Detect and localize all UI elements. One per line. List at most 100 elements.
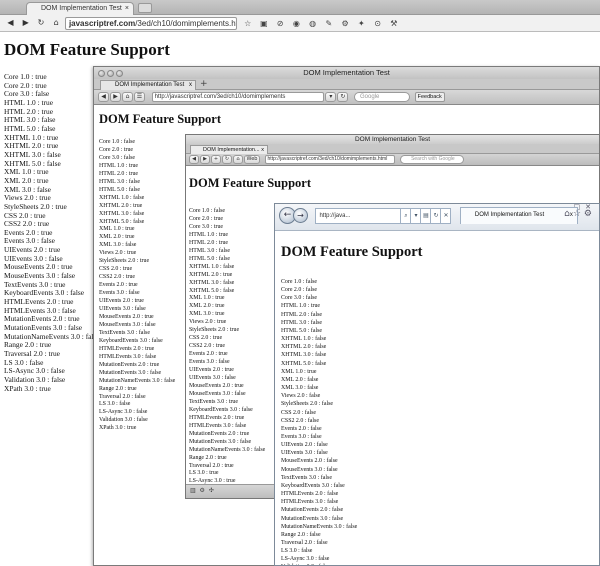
extension-icon[interactable]: ▣	[258, 18, 269, 29]
tools-icon[interactable]: ✣	[209, 487, 214, 494]
feedback-button[interactable]: Feedback	[414, 92, 445, 102]
feature-item: XML 3.0 : false	[281, 385, 319, 392]
tab-strip: DOM Implementation Test ×	[0, 0, 600, 15]
tab-strip: DOM Implementation... x	[186, 144, 599, 154]
clock-icon[interactable]: ⊙	[372, 18, 383, 29]
settings-icon[interactable]: ⚙	[200, 487, 205, 494]
reload-icon[interactable]: ↻	[431, 207, 442, 224]
forward-icon[interactable]: ▶	[200, 155, 210, 164]
back-icon[interactable]: ◀	[4, 18, 17, 30]
dropdown-icon[interactable]: ▾	[411, 207, 422, 224]
tab-dom-implementation-test[interactable]: DOM Implementation Test x	[100, 80, 196, 90]
browser-window-ie: –□✕ ←→ http://java...⌕▾▤↻✕ DOM Implement…	[274, 203, 600, 566]
page-title: DOM Feature Support	[281, 244, 423, 260]
address-bar[interactable]: http://javascriptref.com/3ed/ch10/domimp…	[264, 155, 395, 164]
extension-icon[interactable]: ✎	[323, 18, 334, 29]
home-icon[interactable]: ⌂	[233, 155, 243, 164]
tab-label: DOM Implementation Test	[115, 82, 185, 88]
feature-item: Core 1.0 : false	[281, 279, 317, 285]
settings-icon[interactable]: ✦	[356, 18, 367, 29]
back-icon[interactable]: ◀	[189, 155, 199, 164]
page-title: DOM Feature Support	[4, 40, 170, 59]
tab-dom-implementation[interactable]: DOM Implementation... x	[190, 145, 268, 154]
star-icon[interactable]: ☆	[242, 18, 253, 29]
home-icon[interactable]: ⌂	[50, 18, 63, 30]
new-tab-button[interactable]: +	[200, 79, 208, 89]
feature-item: Validation 3.0 : false	[281, 563, 593, 565]
feature-item: LS-Async 3.0 : false	[281, 556, 330, 563]
feature-item: MutationEvents 3.0 : false	[281, 515, 344, 522]
back-icon[interactable]: ◀	[98, 92, 109, 102]
feature-item: UIEvents 3.0 : false	[281, 450, 328, 457]
close-window-icon[interactable]	[98, 70, 105, 77]
window-title: DOM Implementation Test	[303, 68, 390, 77]
wrench-icon[interactable]: ⚒	[388, 18, 399, 29]
extension-icon[interactable]: ⊘	[275, 18, 286, 29]
favorites-icon[interactable]: ☆	[573, 209, 584, 219]
search-input[interactable]: Search with Google	[400, 155, 465, 164]
feature-item: HTMLEvents 3.0 : false	[281, 499, 339, 506]
search-input[interactable]: Google	[354, 92, 411, 102]
address-bar[interactable]: http://java...	[315, 207, 402, 224]
feature-item: Traversal 2.0 : false	[281, 540, 328, 546]
bookmarks-icon[interactable]: ☰	[134, 92, 145, 102]
feature-item: MutationNameEvents 3.0 : false	[281, 523, 358, 530]
feature-item: HTML 2.0 : false	[281, 311, 323, 318]
address-bar[interactable]: http://javascriptref.com/3ed/ch10/domimp…	[151, 92, 324, 102]
tab-dom-implementation-test[interactable]: DOM Implementation Test x	[459, 207, 578, 225]
tab-label: DOM Implementation Test	[474, 212, 545, 219]
page-title: DOM Feature Support	[99, 112, 221, 126]
feature-item: Events 3.0 : false	[281, 433, 322, 440]
add-icon[interactable]: +	[211, 155, 221, 164]
tab-close-icon[interactable]: x	[189, 81, 192, 90]
search-icon[interactable]: ⌕	[401, 207, 412, 224]
tab-label: DOM Implementation Test	[41, 5, 122, 12]
page-title: DOM Feature Support	[189, 176, 311, 190]
tab-close-icon[interactable]: ×	[125, 3, 129, 15]
home-icon[interactable]: ⌂	[122, 92, 133, 102]
reload-icon[interactable]: ↻	[337, 92, 349, 102]
sidebar-icon[interactable]: ▥	[190, 487, 196, 494]
settings-icon[interactable]: ⚙	[584, 209, 595, 219]
feature-item: Core 2.0 : false	[281, 287, 317, 294]
home-icon[interactable]: ⌂	[564, 209, 573, 219]
reload-icon[interactable]: ↻	[222, 155, 232, 164]
extension-icon[interactable]: ◍	[307, 18, 318, 29]
new-tab-button[interactable]	[138, 3, 152, 13]
address-bar[interactable]: javascriptref.com/3ed/ch10/domimplements…	[64, 17, 237, 30]
forward-icon[interactable]: ▶	[110, 92, 121, 102]
feature-item: CSS2 2.0 : false	[281, 417, 319, 424]
reload-icon[interactable]: ↻	[34, 18, 47, 30]
stop-icon[interactable]: ✕	[441, 207, 452, 224]
tab-close-icon[interactable]: x	[261, 146, 264, 154]
feature-item: HTMLEvents 2.0 : false	[281, 491, 339, 498]
forward-icon[interactable]: →	[293, 208, 308, 224]
toolbar-right-icons: ⌂☆⚙	[564, 209, 595, 219]
feature-item: MutationEvents 2.0 : false	[281, 507, 344, 514]
feature-item: HTML 3.0 : false	[281, 319, 323, 326]
zoom-window-icon[interactable]	[116, 70, 123, 77]
feature-item: Range 2.0 : false	[281, 531, 321, 538]
feature-item: LS 3.0 : false	[281, 548, 313, 555]
navigation-toolbar: ◀ ▶ ⌂ ☰ http://javascriptref.com/3ed/ch10/d…	[94, 90, 599, 105]
forward-icon[interactable]: ▶	[19, 18, 32, 30]
feature-item: MouseEvents 2.0 : false	[281, 458, 338, 465]
feature-item: Events 2.0 : false	[281, 425, 322, 432]
tab-label: DOM Implementation...	[203, 147, 260, 153]
web-button[interactable]: Web	[244, 155, 260, 164]
page-menu-icon[interactable]: ⚙	[340, 18, 351, 29]
dropdown-icon[interactable]: ▾	[325, 92, 337, 102]
minimize-window-icon[interactable]	[107, 70, 114, 77]
tab-dom-implementation-test[interactable]: DOM Implementation Test ×	[26, 2, 134, 15]
feature-item: XML 2.0 : false	[281, 376, 319, 383]
feature-item: XML 1.0 : true	[281, 368, 317, 375]
navigation-toolbar: ◀ ▶ ↻ ⌂ javascriptref.com/3ed/ch10/domim…	[0, 15, 600, 32]
feature-item: Views 2.0 : false	[281, 393, 321, 400]
feature-item: CSS 2.0 : false	[281, 409, 317, 416]
extension-icon[interactable]: ◉	[291, 18, 302, 29]
page-content: DOM Feature Support Core 1.0 : false Core…	[275, 232, 599, 565]
url-domain: javascriptref.com	[68, 19, 136, 28]
feature-item: StyleSheets 2.0 : false	[281, 401, 334, 408]
compat-view-icon[interactable]: ▤	[421, 207, 432, 224]
navigation-toolbar: ◀ ▶ + ↻ ⌂ Web http://javascriptref.com/3ed/ch…	[186, 154, 599, 166]
